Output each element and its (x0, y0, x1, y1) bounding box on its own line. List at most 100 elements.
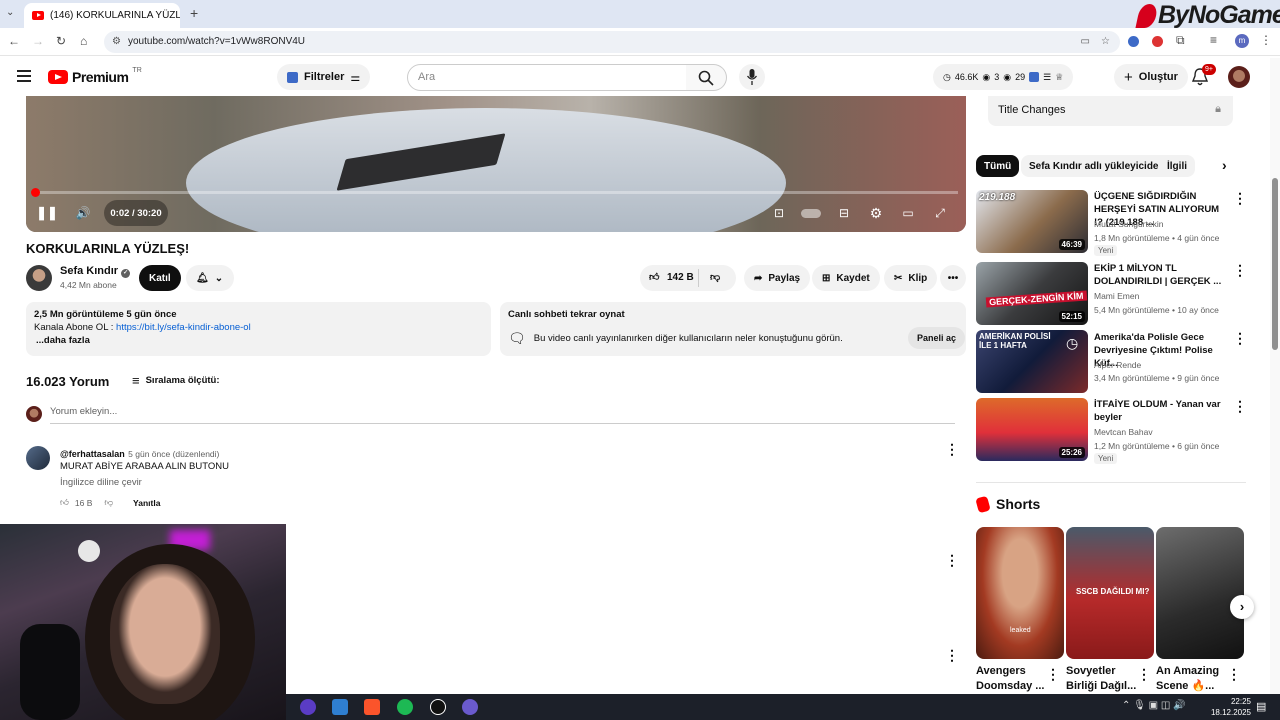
more-actions-button[interactable]: ••• (940, 265, 966, 291)
add-comment-input[interactable]: Yorum ekleyin... (50, 406, 955, 424)
spotify-icon[interactable] (397, 699, 413, 715)
chip-all[interactable]: Tümü (976, 155, 1020, 177)
cast-icon[interactable]: ▭ (1081, 31, 1090, 53)
home-icon[interactable]: ⌂ (80, 34, 87, 48)
short-menu-icon[interactable]: ⋮ (1227, 666, 1241, 683)
progress-bar[interactable] (34, 191, 958, 194)
video-menu-icon[interactable]: ⋮ (1233, 190, 1247, 207)
theater-mode-button[interactable]: ▭ (898, 200, 918, 226)
shorts-next-button[interactable]: › (1230, 595, 1254, 619)
app-icon-2[interactable] (332, 699, 348, 715)
join-button[interactable]: Katıl (139, 265, 181, 291)
search-input[interactable]: Ara (407, 64, 687, 91)
save-button[interactable]: ⊞ Kaydet (812, 265, 880, 291)
thumbnail[interactable]: 25:26 (976, 398, 1088, 461)
address-bar[interactable]: ⚙ youtube.com/watch?v=1vWw8RONV4U ▭ ☆ (104, 31, 1120, 53)
short-menu-icon[interactable]: ⋮ (1046, 666, 1060, 683)
new-tab-button[interactable]: + (190, 5, 198, 21)
back-arrow-icon[interactable]: ← (8, 34, 20, 48)
channel-name-row[interactable]: Sefa Kındır ✓ (60, 265, 131, 278)
reload-icon[interactable]: ↻ (56, 34, 66, 48)
comment-author[interactable]: @ferhattasalan (60, 449, 125, 459)
account-avatar[interactable] (1228, 66, 1250, 88)
create-button[interactable]: + Oluştur (1114, 64, 1188, 90)
mute-button[interactable]: 🔊 (70, 200, 96, 226)
video-menu-icon[interactable]: ⋮ (1233, 398, 1247, 415)
description-more[interactable]: ...daha fazla (34, 334, 483, 347)
notification-center-icon[interactable]: ▤ (1256, 700, 1266, 713)
commenter-avatar[interactable] (26, 446, 50, 470)
subtitles-button[interactable]: ⊟ (834, 200, 854, 226)
video-player[interactable]: ❚❚ 🔊 0:02 / 30:20 ⊡ ⊟ ⚙ ▭ ⤢ (26, 96, 966, 232)
brave-browser-icon[interactable] (364, 699, 380, 715)
comment-time[interactable]: 5 gün önce (düzenlendi) (128, 449, 219, 459)
related-video-3[interactable]: AMERİKAN POLİSİ İLE 1 HAFTA ◷ Amerika'da… (976, 330, 1246, 394)
filters-button[interactable]: Filtreler ⚌ (277, 64, 371, 90)
channel-name[interactable]: Sefa Kındır (60, 265, 118, 277)
reply-button[interactable]: Yanıtla (133, 498, 160, 508)
pause-button[interactable]: ❚❚ (34, 200, 60, 226)
hamburger-menu-icon[interactable] (17, 70, 31, 82)
thumbnail[interactable]: AMERİKAN POLİSİ İLE 1 HAFTA ◷ (976, 330, 1088, 393)
thumbnail[interactable]: 219.188 46:39 (976, 190, 1088, 253)
video-menu-icon[interactable]: ⋮ (1233, 262, 1247, 279)
youtube-premium-logo[interactable]: Premium TR (48, 67, 142, 85)
fullscreen-button[interactable]: ⤢ (930, 200, 950, 226)
share-button[interactable]: ➦ Paylaş (744, 265, 811, 291)
watch-later-icon[interactable]: ◷ (1066, 335, 1078, 352)
clock[interactable]: 22:25 18.12.2025 (1201, 696, 1251, 718)
ext-player-button[interactable]: ⊡ (769, 200, 789, 226)
sort-button[interactable]: ≡ Sıralama ölçütü: (132, 373, 220, 388)
notifications-button[interactable]: 9+ (1191, 64, 1216, 89)
dislike-button[interactable]: 👎︎ (710, 271, 720, 283)
translate-link[interactable]: İngilizce diline çevir (60, 477, 142, 488)
comment-dislike-icon[interactable]: 👎︎ (104, 497, 113, 508)
autoplay-toggle[interactable] (801, 200, 821, 226)
site-info-icon[interactable]: ⚙ (112, 31, 121, 53)
app-icon-6[interactable] (462, 699, 478, 715)
short-menu-icon[interactable]: ⋮ (1137, 666, 1151, 683)
reading-list-icon[interactable]: ≡ (1210, 33, 1217, 47)
system-tray-icons[interactable]: ⌃ 🎙 ▣ ◫ 🔊 (1122, 700, 1186, 711)
extension-stats-pill[interactable]: ◷ 46.6K ◉ 3 ◉ 29 ☰ ♕ (933, 64, 1074, 90)
settings-button[interactable]: ⚙ (866, 200, 886, 226)
comment-like-icon[interactable]: 👍︎ (60, 497, 69, 508)
forward-arrow-icon[interactable]: → (32, 34, 44, 48)
short-thumbnail-2[interactable]: SSCB DAĞILDI MI? (1066, 527, 1154, 659)
chip-uploader[interactable]: Sefa Kındır adlı yükleyiciden (1021, 155, 1173, 177)
open-chat-button[interactable]: Paneli aç (908, 327, 966, 349)
app-icon-1[interactable] (300, 699, 316, 715)
related-video-4[interactable]: 25:26 İTFAİYE OLDUM - Yanan var beyler M… (976, 398, 1246, 464)
profile-avatar[interactable]: m (1235, 34, 1249, 48)
bookmark-star-icon[interactable]: ☆ (1101, 31, 1110, 53)
channel-avatar[interactable] (26, 265, 52, 291)
page-scrollbar[interactable] (1270, 58, 1280, 694)
tab-search-chevron-icon[interactable]: ⌄ (6, 7, 14, 18)
extension-icon[interactable] (1128, 36, 1139, 47)
browser-menu-icon[interactable]: ⋮ (1260, 33, 1272, 47)
scrubber-handle[interactable] (31, 188, 40, 197)
video-menu-icon[interactable]: ⋮ (1233, 330, 1247, 347)
browser-tab-active[interactable]: (146) KORKULARINLA YÜZL 🔊 ✕ (24, 3, 180, 28)
title-changes-panel[interactable]: Title Changes 🔒︎ (988, 96, 1233, 126)
short-thumbnail-3[interactable] (1156, 527, 1244, 659)
obs-icon[interactable] (430, 699, 446, 715)
related-video-1[interactable]: 219.188 46:39 ÜÇGENE SIĞDIRDIĞIN HERŞEYİ… (976, 190, 1246, 256)
thumbnail[interactable]: GERÇEK-ZENGİN KİM 52:15 (976, 262, 1088, 325)
comment-menu-icon-3[interactable]: ⋮ (945, 647, 959, 664)
short-thumbnail-1[interactable]: leaked (976, 527, 1064, 659)
related-video-2[interactable]: GERÇEK-ZENGİN KİM 52:15 EKİP 1 MİLYON TL… (976, 262, 1246, 326)
description-link[interactable]: https://bit.ly/sefa-kindir-abone-ol (116, 322, 251, 333)
extension-red-icon[interactable] (1152, 36, 1163, 47)
comment-menu-icon-2[interactable]: ⋮ (945, 552, 959, 569)
subscription-bell-button[interactable]: 🔔︎ ⌄ (186, 265, 234, 291)
extensions-puzzle-icon[interactable]: ⧉ (1176, 33, 1185, 48)
chevron-right-icon[interactable]: › (1222, 157, 1227, 173)
clip-button[interactable]: ✂ Klip (884, 265, 938, 291)
search-button[interactable] (686, 64, 727, 91)
comment-menu-icon[interactable]: ⋮ (945, 441, 959, 458)
like-button[interactable]: 👍︎ (649, 271, 659, 283)
description-box[interactable]: 2,5 Mn görüntüleme 5 gün önce Kanala Abo… (26, 302, 491, 356)
chip-related[interactable]: İlgili (1159, 155, 1195, 177)
voice-search-button[interactable] (739, 64, 765, 90)
